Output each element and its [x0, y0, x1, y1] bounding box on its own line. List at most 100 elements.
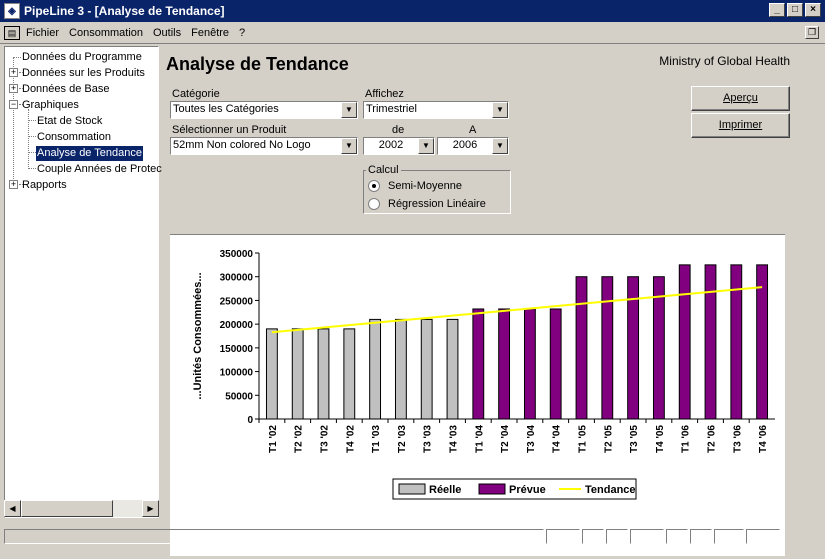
mdi-restore-icon[interactable]: ❐: [805, 26, 819, 39]
legend-label: Tendance: [585, 484, 636, 496]
to-year-select[interactable]: 2006 ▼: [437, 137, 509, 155]
scroll-left-icon[interactable]: ◀: [4, 500, 21, 517]
preview-button[interactable]: Aperçu: [691, 86, 790, 111]
status-pane: [630, 529, 664, 544]
tree-item-couple-annees[interactable]: Couple Années de Protec: [37, 162, 162, 177]
status-pane: [546, 529, 580, 544]
x-tick-label: T3 '04: [526, 425, 537, 453]
scroll-right-icon[interactable]: ▶: [142, 500, 159, 517]
menu-fenetre[interactable]: Fenêtre: [191, 27, 229, 39]
dropdown-arrow-icon[interactable]: ▼: [492, 138, 508, 154]
dropdown-arrow-icon[interactable]: ▼: [341, 138, 357, 154]
x-tick-label: T2 '02: [294, 425, 305, 453]
main-panel: Analyse de Tendance Ministry of Global H…: [160, 46, 825, 556]
legend-swatch: [398, 483, 426, 495]
x-tick-label: T4 '02: [345, 425, 356, 453]
calc-groupbox: Calcul Semi-Moyenne Régression Linéaire: [363, 164, 511, 214]
bar-Réelle: [420, 318, 433, 420]
dropdown-arrow-icon[interactable]: ▼: [492, 102, 508, 118]
bar-Prévue: [472, 308, 485, 420]
x-tick-label: T4 '05: [655, 425, 666, 453]
tree-item-donnees-produits[interactable]: Données sur les Produits: [22, 66, 145, 81]
radio-regression-lineaire[interactable]: [368, 198, 380, 210]
status-pane: [582, 529, 604, 544]
menu-outils[interactable]: Outils: [153, 27, 181, 39]
bar-Réelle: [265, 328, 278, 420]
x-tick-label: T1 '04: [474, 425, 485, 453]
menu-fichier[interactable]: Fichier: [26, 27, 59, 39]
category-select[interactable]: Toutes les Catégories ▼: [170, 101, 358, 119]
maximize-button[interactable]: □: [787, 3, 803, 17]
bar-Prévue: [575, 276, 588, 420]
y-tick-label: 300000: [220, 273, 254, 284]
from-year-select[interactable]: 2002 ▼: [363, 137, 435, 155]
semi-moyenne-label[interactable]: Semi-Moyenne: [388, 180, 462, 192]
y-tick-label: 0: [247, 415, 253, 426]
scroll-thumb[interactable]: [21, 500, 113, 517]
bar-Réelle: [394, 318, 407, 420]
tree-item-graphiques[interactable]: Graphiques: [22, 98, 79, 113]
bar-Prévue: [498, 308, 511, 420]
x-tick-label: T2 '06: [707, 425, 718, 453]
x-tick-label: T2 '05: [603, 425, 614, 453]
tree-item-rapports[interactable]: Rapports: [22, 178, 67, 193]
x-tick-label: T1 '05: [578, 425, 589, 453]
chart-svg: 0 50000 100000 150000 200000 250000 300000 3500…: [192, 249, 775, 500]
bar-Prévue: [678, 264, 691, 420]
expand-icon[interactable]: +: [9, 84, 18, 93]
bar-Réelle: [369, 318, 382, 420]
to-label: A: [469, 124, 477, 136]
expand-icon[interactable]: +: [9, 68, 18, 77]
collapse-icon[interactable]: −: [9, 100, 18, 109]
dropdown-arrow-icon[interactable]: ▼: [418, 138, 434, 154]
radio-semi-moyenne[interactable]: [368, 180, 380, 192]
tree-horizontal-scrollbar[interactable]: ◀ ▶: [4, 500, 159, 517]
legend-label: Prévue: [509, 484, 546, 496]
page-title: Analyse de Tendance: [166, 54, 349, 74]
bar-Prévue: [549, 308, 562, 420]
y-axis-title: ...Unités Consommées...: [192, 272, 204, 399]
y-tick-label: 350000: [220, 249, 254, 260]
expand-icon[interactable]: +: [9, 180, 18, 189]
menu-bar: ▤ Fichier Consommation Outils Fenêtre ? …: [0, 22, 825, 44]
print-button[interactable]: Imprimer: [691, 113, 790, 138]
display-value: Trimestriel: [366, 103, 417, 115]
bar-Réelle: [343, 328, 356, 420]
x-tick-label: T4 '06: [758, 425, 769, 453]
minimize-button[interactable]: _: [769, 3, 785, 17]
status-bar: [0, 527, 825, 546]
dropdown-arrow-icon[interactable]: ▼: [341, 102, 357, 118]
product-select[interactable]: 52mm Non colored No Logo ▼: [170, 137, 358, 155]
tree-item-analyse-tendance[interactable]: Analyse de Tendance: [36, 146, 143, 161]
tree-item-donnees-base[interactable]: Données de Base: [22, 82, 109, 97]
status-pane: [746, 529, 780, 544]
menu-consommation[interactable]: Consommation: [69, 27, 143, 39]
product-value: 52mm Non colored No Logo: [173, 139, 311, 151]
app-icon: ◈: [4, 3, 20, 19]
bar-Prévue: [730, 264, 743, 420]
bar-Prévue: [601, 276, 614, 420]
bar-Réelle: [317, 328, 330, 420]
x-tick-label: T2 '04: [500, 425, 511, 453]
category-label: Catégorie: [172, 88, 220, 100]
x-tick-label: T3 '05: [629, 425, 640, 453]
display-select[interactable]: Trimestriel ▼: [363, 101, 509, 119]
status-pane: [666, 529, 688, 544]
bar-Réelle: [291, 328, 304, 420]
tree-item-consommation[interactable]: Consommation: [37, 130, 111, 145]
y-tick-label: 150000: [220, 344, 254, 355]
menu-help[interactable]: ?: [239, 27, 245, 39]
from-label: de: [392, 124, 405, 136]
bar-Prévue: [652, 276, 665, 420]
x-tick-label: T2 '03: [397, 425, 408, 453]
tree-item-donnees-programme[interactable]: Données du Programme: [22, 50, 142, 65]
mdi-document-icon[interactable]: ▤: [4, 25, 20, 40]
x-tick-label: T1 '06: [681, 425, 692, 453]
tree-item-etat-stock[interactable]: Etat de Stock: [37, 114, 102, 129]
window-title: PipeLine 3 - [Analyse de Tendance]: [24, 4, 225, 18]
x-tick-label: T3 '06: [732, 425, 743, 453]
to-year-value: 2006: [452, 139, 478, 151]
regression-lineaire-label[interactable]: Régression Linéaire: [388, 198, 486, 210]
close-button[interactable]: ×: [805, 3, 821, 17]
x-tick-label: T4 '03: [449, 425, 460, 453]
